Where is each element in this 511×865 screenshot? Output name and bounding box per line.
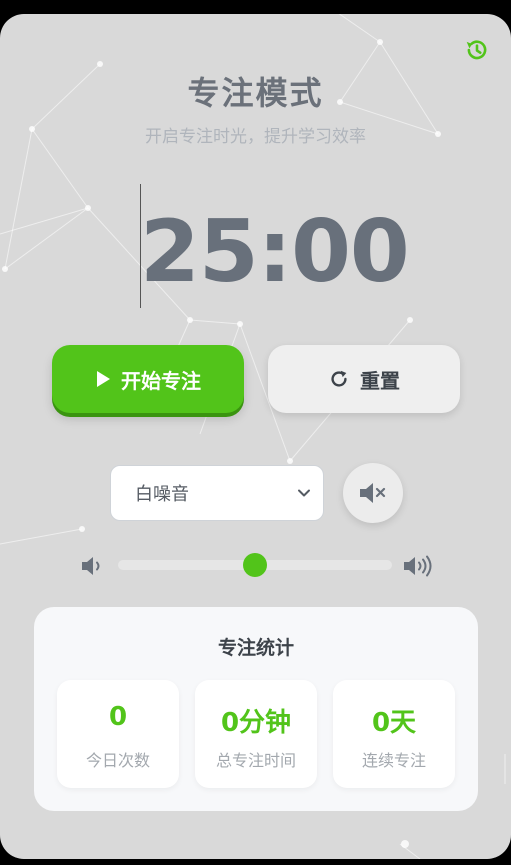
history-icon	[466, 40, 487, 60]
stat-label: 连续专注	[361, 751, 426, 770]
sound-select[interactable]: 白噪音	[110, 465, 324, 521]
volume-low-icon	[82, 557, 100, 575]
sound-select-value: 白噪音	[135, 484, 189, 505]
start-focus-button[interactable]: 开始专注	[52, 345, 244, 413]
mute-icon	[360, 483, 386, 503]
start-focus-label: 开始专注	[121, 368, 201, 393]
stat-card-streak: 0天 连续专注	[333, 680, 455, 788]
stat-card-today-count: 0 今日次数	[57, 680, 179, 788]
chevron-down-icon	[298, 489, 310, 497]
refresh-icon	[331, 370, 347, 387]
history-button[interactable]	[463, 36, 491, 64]
reset-label: 重置	[360, 368, 400, 393]
reset-button[interactable]: 重置	[268, 345, 460, 413]
stat-value: 0分钟	[220, 708, 292, 738]
stat-value: 0天	[371, 708, 417, 738]
stat-card-total-time: 0分钟 总专注时间	[195, 680, 317, 788]
stats-title: 专注统计	[217, 637, 294, 659]
page-subtitle: 开启专注时光，提升学习效率	[145, 127, 366, 147]
stat-label: 今日次数	[85, 751, 150, 770]
stat-label: 总专注时间	[215, 751, 296, 770]
mute-toggle-button[interactable]	[343, 463, 403, 523]
volume-high-icon	[404, 555, 432, 577]
stat-value: 0	[108, 702, 128, 732]
play-icon	[97, 371, 110, 387]
timer-display: 25:00	[140, 202, 410, 302]
focus-stats-panel: 专注统计 0 今日次数 0分钟 总专注时间 0天 连续专注	[34, 607, 478, 811]
page-title: 专注模式	[187, 74, 324, 112]
volume-slider[interactable]	[118, 553, 392, 577]
volume-slider-thumb[interactable]	[243, 553, 267, 577]
focus-mode-card: 专注模式 开启专注时光，提升学习效率 25:00 开始专注 重置 白噪音 专注统…	[0, 14, 511, 859]
